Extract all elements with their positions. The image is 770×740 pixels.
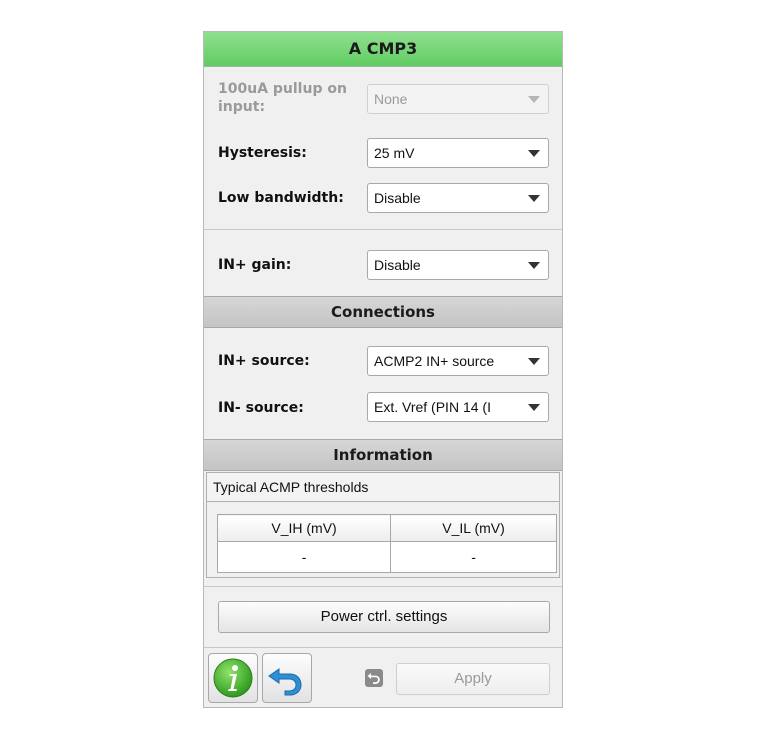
chevron-down-icon — [528, 262, 540, 269]
thresholds-title-box: Typical ACMP thresholds — [206, 472, 560, 502]
hysteresis-dropdown[interactable]: 25 mV — [367, 138, 549, 168]
table-cell-vih: - — [216, 541, 392, 573]
column-header-vil: V_IL (mV) — [390, 514, 557, 542]
in-gain-label: IN+ gain: — [218, 257, 292, 273]
table-cell-vil: - — [390, 541, 557, 573]
info-button[interactable] — [208, 653, 258, 703]
acmp3-properties-panel: A CMP3 100uA pullup on input: None Hyste… — [203, 31, 563, 708]
in-plus-source-dropdown[interactable]: ACMP2 IN+ source — [367, 346, 549, 376]
chevron-down-icon — [528, 358, 540, 365]
undo-button[interactable] — [262, 653, 312, 703]
in-plus-source-label: IN+ source: — [218, 353, 310, 369]
table-header-row: V_IH (mV) V_IL (mV) — [216, 514, 557, 542]
in-minus-source-label: IN- source: — [218, 400, 304, 416]
apply-button[interactable]: Apply — [396, 663, 550, 695]
chevron-down-icon — [528, 404, 540, 411]
pullup-dropdown[interactable]: None — [367, 84, 549, 114]
column-header-vih: V_IH (mV) — [216, 514, 392, 542]
divider — [204, 229, 562, 230]
thresholds-table-area: V_IH (mV) V_IL (mV) - - — [206, 502, 560, 578]
revert-icon[interactable] — [365, 669, 383, 687]
divider — [204, 647, 562, 648]
in-minus-source-dropdown[interactable]: Ext. Vref (PIN 14 (I — [367, 392, 549, 422]
divider — [204, 586, 562, 587]
low-bandwidth-dropdown[interactable]: Disable — [367, 183, 549, 213]
connections-header: Connections — [204, 296, 562, 328]
thresholds-title: Typical ACMP thresholds — [213, 479, 369, 495]
pullup-label: 100uA pullup on input: — [218, 81, 347, 115]
chevron-down-icon — [528, 150, 540, 157]
chevron-down-icon — [528, 195, 540, 202]
undo-icon — [268, 668, 302, 696]
info-icon — [213, 658, 253, 698]
chevron-down-icon — [528, 96, 540, 103]
thresholds-table: V_IH (mV) V_IL (mV) - - — [216, 514, 557, 573]
information-header: Information — [204, 439, 562, 471]
table-row: - - — [216, 541, 557, 573]
low-bandwidth-label: Low bandwidth: — [218, 190, 344, 206]
hysteresis-label: Hysteresis: — [218, 145, 307, 161]
panel-title: A CMP3 — [204, 32, 562, 67]
power-ctrl-settings-button[interactable]: Power ctrl. settings — [218, 601, 550, 633]
in-gain-dropdown[interactable]: Disable — [367, 250, 549, 280]
